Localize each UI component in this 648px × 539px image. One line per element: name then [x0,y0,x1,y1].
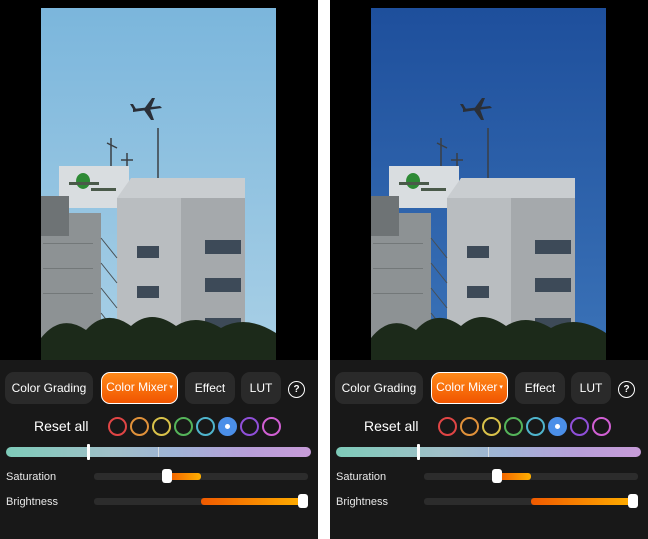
screen-after: Color Grading Color Mixer ▾ Effect LUT ? … [330,0,648,539]
reset-all-button[interactable]: Reset all [34,418,88,434]
brightness-label: Brightness [6,496,58,508]
brightness-thumb[interactable] [628,494,638,508]
tab-color-mixer-label: Color Mixer [436,380,498,394]
photo-scene [41,8,276,360]
tab-color-grading[interactable]: Color Grading [335,372,423,404]
swatch-yellow[interactable] [482,417,501,436]
chevron-down-icon: ▾ [499,384,503,392]
saturation-label: Saturation [336,471,387,483]
brightness-slider[interactable] [424,494,638,508]
question-circle-icon[interactable]: ? [618,381,635,398]
chevron-down-icon: ▾ [169,384,173,392]
photo-preview [371,8,606,360]
tab-effect[interactable]: Effect [515,372,565,404]
saturation-slider[interactable] [424,469,638,483]
controls-panel: Color Grading Color Mixer ▾ Effect LUT ? … [330,360,648,539]
saturation-thumb[interactable] [161,469,172,483]
swatch-red[interactable] [438,417,457,436]
saturation-label: Saturation [6,471,57,483]
brightness-label: Brightness [336,496,388,508]
swatch-blue[interactable] [218,417,237,436]
reset-all-button[interactable]: Reset all [364,418,418,434]
swatch-green[interactable] [174,417,193,436]
controls-panel: Color Grading Color Mixer ▾ Effect LUT ? … [0,360,318,539]
brightness-thumb[interactable] [298,494,308,508]
hue-slider[interactable] [6,444,311,460]
hue-center-tick [158,447,159,457]
swatch-red[interactable] [108,417,127,436]
question-circle-icon[interactable]: ? [288,381,305,398]
tab-color-mixer[interactable]: Color Mixer ▾ [101,372,178,404]
photo-scene [371,8,606,360]
brightness-fill [531,498,635,505]
saturation-fill [496,473,531,480]
swatch-yellow[interactable] [152,417,171,436]
brightness-slider[interactable] [94,494,308,508]
photo-preview [41,8,276,360]
swatch-purple[interactable] [240,417,259,436]
hue-slider[interactable] [336,444,641,460]
tab-color-mixer[interactable]: Color Mixer ▾ [431,372,508,404]
tab-lut[interactable]: LUT [241,372,281,404]
swatch-orange[interactable] [460,417,479,436]
swatch-green[interactable] [504,417,523,436]
hue-center-tick [488,447,489,457]
saturation-slider[interactable] [94,469,308,483]
tab-lut[interactable]: LUT [571,372,611,404]
swatch-aqua[interactable] [526,417,545,436]
saturation-fill [166,473,201,480]
swatch-purple[interactable] [570,417,589,436]
tab-color-mixer-label: Color Mixer [106,380,168,394]
swatch-orange[interactable] [130,417,149,436]
swatch-magenta[interactable] [592,417,611,436]
swatch-blue[interactable] [548,417,567,436]
screen-before: Color Grading Color Mixer ▾ Effect LUT ? … [0,0,318,539]
tab-color-grading[interactable]: Color Grading [5,372,93,404]
swatch-magenta[interactable] [262,417,281,436]
tab-bar: Color Grading Color Mixer ▾ Effect LUT ? [0,372,318,406]
tab-bar: Color Grading Color Mixer ▾ Effect LUT ? [330,372,648,406]
saturation-thumb[interactable] [491,469,502,483]
swatch-aqua[interactable] [196,417,215,436]
tab-effect[interactable]: Effect [185,372,235,404]
hue-slider-handle[interactable] [417,444,421,460]
brightness-fill [201,498,305,505]
hue-slider-handle[interactable] [87,444,91,460]
